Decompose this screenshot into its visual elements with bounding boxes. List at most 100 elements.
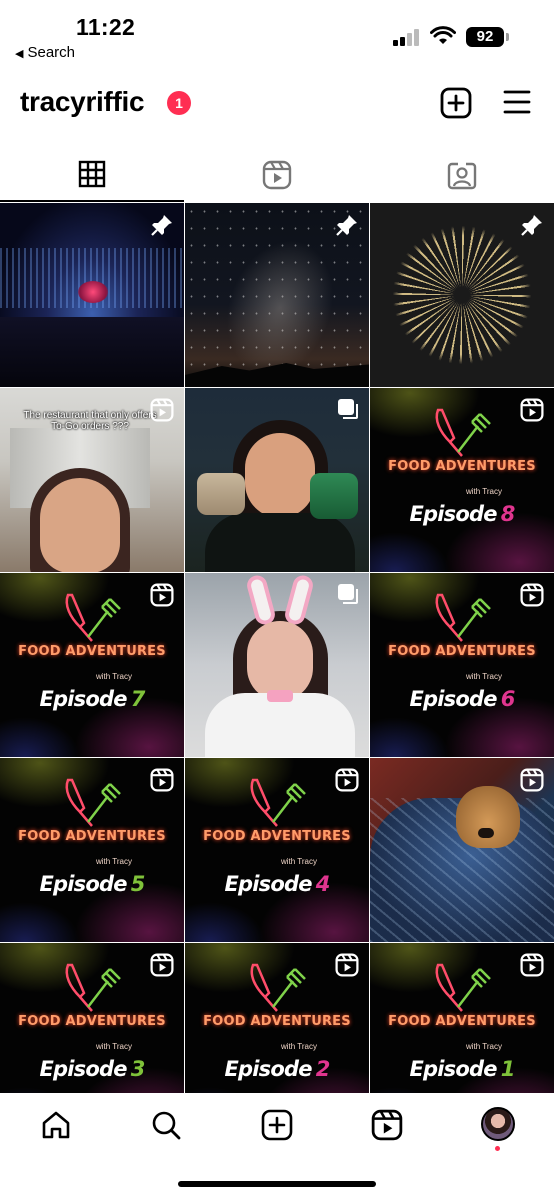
post-tile[interactable]	[185, 203, 369, 387]
pin-icon	[151, 215, 172, 236]
home-indicator[interactable]	[178, 1181, 376, 1187]
post-tile[interactable]: FOOD ADVENTURES with Tracy Episode 5	[0, 758, 184, 942]
search-icon[interactable]	[150, 1109, 182, 1141]
post-tile[interactable]: FOOD ADVENTURES with Tracy Episode 1	[370, 943, 554, 1093]
reels-icon	[335, 953, 359, 977]
episode-title: Episode 7	[0, 687, 184, 711]
reels-icon	[150, 768, 174, 792]
posts-grid: The restaurant that only offers To-Go or…	[0, 203, 554, 1093]
notification-badge[interactable]: 1	[167, 91, 191, 115]
reels-icon	[520, 953, 544, 977]
episode-number: 7	[130, 687, 146, 711]
post-title: FOOD ADVENTURES	[18, 829, 166, 844]
knife-fork-icon	[250, 963, 306, 1012]
knife-fork-icon	[65, 593, 121, 642]
episode-title: Episode 8	[370, 502, 554, 526]
post-tile[interactable]: The restaurant that only offers To-Go or…	[0, 388, 184, 572]
reels-icon	[520, 768, 544, 792]
episode-label: Episode	[409, 502, 498, 526]
episode-title: Episode 1	[370, 1057, 554, 1081]
status-bar: 11:22 ◀ Search 92	[0, 0, 554, 70]
post-subtitle: with Tracy	[466, 1042, 503, 1051]
post-subtitle: with Tracy	[466, 672, 503, 681]
profile-tabs	[0, 150, 554, 202]
knife-fork-icon	[435, 963, 491, 1012]
post-tile[interactable]	[370, 758, 554, 942]
post-tile[interactable]: FOOD ADVENTURES with Tracy Episode 3	[0, 943, 184, 1093]
post-subtitle: with Tracy	[466, 487, 503, 496]
grid-icon	[78, 160, 106, 188]
episode-label: Episode	[409, 687, 498, 711]
create-post-icon[interactable]	[440, 87, 472, 119]
episode-number: 6	[500, 687, 516, 711]
post-title: FOOD ADVENTURES	[388, 1014, 536, 1029]
post-subtitle: with Tracy	[96, 857, 133, 866]
episode-title: Episode 2	[185, 1057, 369, 1081]
episode-number: 1	[500, 1057, 516, 1081]
menu-icon[interactable]	[503, 89, 531, 115]
post-title: FOOD ADVENTURES	[388, 644, 536, 659]
post-title: FOOD ADVENTURES	[388, 459, 536, 474]
knife-fork-icon	[65, 963, 121, 1012]
battery-tip	[506, 33, 509, 41]
carousel-icon	[338, 584, 358, 604]
tab-reels[interactable]	[185, 150, 369, 202]
profile-username[interactable]: tracyriffic	[20, 86, 145, 118]
episode-number: 2	[315, 1057, 331, 1081]
knife-fork-icon	[435, 593, 491, 642]
post-tile[interactable]	[185, 573, 369, 757]
post-tile[interactable]	[0, 203, 184, 387]
create-icon[interactable]	[261, 1109, 293, 1141]
status-time: 11:22	[76, 14, 136, 40]
wifi-icon	[430, 26, 456, 44]
post-subtitle: with Tracy	[281, 1042, 318, 1051]
episode-label: Episode	[39, 872, 128, 896]
episode-title: Episode 6	[370, 687, 554, 711]
episode-title: Episode 4	[185, 872, 369, 896]
post-tile[interactable]	[185, 388, 369, 572]
episode-label: Episode	[39, 687, 128, 711]
episode-label: Episode	[224, 872, 313, 896]
back-arrow-icon: ◀	[15, 48, 24, 60]
tab-tagged[interactable]	[370, 150, 554, 202]
post-title: FOOD ADVENTURES	[203, 1014, 351, 1029]
reels-icon	[335, 768, 359, 792]
cellular-signal-icon	[393, 28, 423, 46]
episode-title: Episode 3	[0, 1057, 184, 1081]
tagged-icon	[447, 162, 477, 190]
post-subtitle: with Tracy	[96, 1042, 133, 1051]
reels-icon	[150, 583, 174, 607]
post-tile[interactable]: FOOD ADVENTURES with Tracy Episode 2	[185, 943, 369, 1093]
carousel-icon	[338, 399, 358, 419]
episode-label: Episode	[409, 1057, 498, 1081]
pin-icon	[521, 215, 542, 236]
reels-icon	[520, 583, 544, 607]
tab-grid[interactable]	[0, 150, 184, 202]
activity-dot	[495, 1146, 500, 1151]
post-caption: The restaurant that only offers To-Go or…	[23, 410, 157, 432]
episode-number: 5	[130, 872, 146, 896]
episode-label: Episode	[224, 1057, 313, 1081]
post-subtitle: with Tracy	[96, 672, 133, 681]
post-tile[interactable]: FOOD ADVENTURES with Tracy Episode 6	[370, 573, 554, 757]
post-tile[interactable]: FOOD ADVENTURES with Tracy Episode 8	[370, 388, 554, 572]
knife-fork-icon	[65, 778, 121, 827]
profile-header: tracyriffic 1	[0, 80, 554, 130]
post-tile[interactable]: FOOD ADVENTURES with Tracy Episode 7	[0, 573, 184, 757]
back-to-search-link[interactable]: ◀ Search	[15, 44, 75, 61]
post-title: FOOD ADVENTURES	[18, 1014, 166, 1029]
post-tile[interactable]: FOOD ADVENTURES with Tracy Episode 4	[185, 758, 369, 942]
home-icon[interactable]	[40, 1109, 72, 1141]
post-title: FOOD ADVENTURES	[18, 644, 166, 659]
knife-fork-icon	[435, 408, 491, 457]
episode-title: Episode 5	[0, 872, 184, 896]
reels-icon[interactable]	[371, 1109, 403, 1141]
episode-number: 8	[500, 502, 516, 526]
reels-icon	[150, 953, 174, 977]
battery-indicator: 92	[466, 27, 504, 47]
reels-icon	[262, 160, 292, 190]
avatar[interactable]	[481, 1107, 515, 1141]
reels-icon	[150, 398, 174, 422]
post-tile[interactable]	[370, 203, 554, 387]
episode-number: 3	[130, 1057, 146, 1081]
